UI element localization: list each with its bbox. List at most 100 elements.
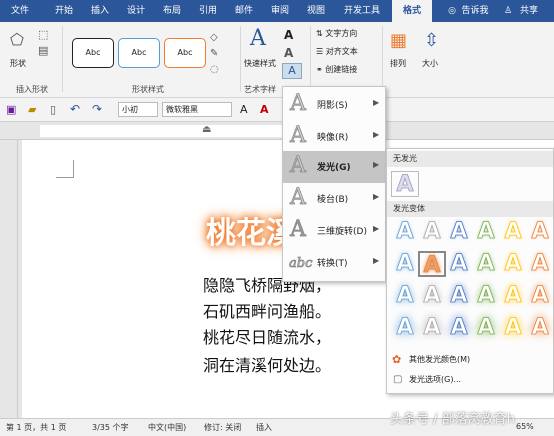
glow-variant-option[interactable]: A bbox=[472, 283, 500, 309]
group-divider bbox=[310, 26, 311, 92]
glow-variant-option[interactable]: A bbox=[418, 315, 446, 341]
glow-variant-option[interactable]: A bbox=[445, 283, 473, 309]
size-button[interactable]: 大小 bbox=[422, 58, 438, 69]
tab-view[interactable]: 视图 bbox=[300, 0, 332, 22]
glow-variant-option[interactable]: A bbox=[445, 219, 473, 245]
menu-item-bevel[interactable]: A 棱台(B) ▶ bbox=[283, 183, 385, 215]
text-effects-button[interactable]: A bbox=[282, 63, 302, 79]
menu-item-shadow[interactable]: A 阴影(S) ▶ bbox=[283, 89, 385, 121]
menu-item-label: 棱台(B) bbox=[317, 195, 349, 205]
bevel-effect-icon: A bbox=[290, 185, 307, 211]
size-icon[interactable]: ⇳ bbox=[424, 30, 439, 51]
glow-variant-option[interactable]: A bbox=[499, 251, 527, 277]
insert-mode[interactable]: 插入 bbox=[256, 422, 272, 433]
glow-variant-option[interactable]: A bbox=[391, 315, 419, 341]
menu-item-transform[interactable]: abc 转换(T) ▶ bbox=[283, 247, 385, 279]
text-direction-button[interactable]: ⇅ 文字方向 bbox=[316, 28, 357, 39]
menu-item-label: 阴影(S) bbox=[317, 101, 348, 111]
font-name-combo[interactable]: 微软雅黑 bbox=[162, 102, 232, 117]
menu-item-3d-rotation[interactable]: A 三维旋转(D) ▶ bbox=[283, 215, 385, 247]
tab-home[interactable]: 开始 bbox=[48, 0, 80, 22]
indent-marker-icon[interactable]: ⏏ bbox=[202, 124, 211, 135]
tab-mailings[interactable]: 邮件 bbox=[228, 0, 260, 22]
textbox-icon[interactable]: ▤ bbox=[38, 44, 48, 57]
menu-item-label: 发光(G) bbox=[317, 163, 351, 173]
watermark: 头条号 / 部落窝教育h bbox=[390, 412, 515, 427]
tell-me-search[interactable]: 告诉我 bbox=[458, 0, 492, 22]
quick-styles-button[interactable]: 快速样式 bbox=[244, 58, 276, 69]
more-glow-colors[interactable]: ✿ 其他发光颜色(M) bbox=[387, 351, 553, 369]
language-indicator[interactable]: 中文(中国) bbox=[148, 422, 186, 433]
arrange-icon[interactable]: ▦ bbox=[390, 30, 407, 51]
glow-variant-option[interactable]: A bbox=[472, 219, 500, 245]
submenu-arrow-icon: ▶ bbox=[373, 98, 380, 107]
glow-variant-option[interactable]: A bbox=[499, 219, 527, 245]
tab-references[interactable]: 引用 bbox=[192, 0, 224, 22]
fill-icon[interactable]: ◇ bbox=[210, 32, 218, 43]
tab-insert[interactable]: 插入 bbox=[84, 0, 116, 22]
tab-design[interactable]: 设计 bbox=[120, 0, 152, 22]
tab-review[interactable]: 审阅 bbox=[264, 0, 296, 22]
outline-icon[interactable]: ✎ bbox=[210, 48, 218, 59]
word-count[interactable]: 3/35 个字 bbox=[92, 422, 129, 433]
save-icon[interactable]: ▣ bbox=[6, 103, 16, 116]
shape-button[interactable]: 形状 bbox=[10, 58, 26, 69]
submenu-arrow-icon: ▶ bbox=[373, 224, 380, 233]
align-text-button[interactable]: ☰ 对齐文本 bbox=[316, 46, 358, 57]
glow-variant-option[interactable]: A bbox=[526, 219, 554, 245]
tab-file[interactable]: 文件 bbox=[4, 0, 36, 22]
font-color-button[interactable]: A bbox=[260, 103, 269, 116]
undo-icon[interactable]: ↶ bbox=[70, 102, 80, 116]
glow-variant-option[interactable]: A bbox=[526, 283, 554, 309]
glow-variant-option[interactable]: A bbox=[418, 219, 446, 245]
zoom-level[interactable]: 65% bbox=[516, 422, 534, 431]
glow-variant-option[interactable]: A bbox=[445, 315, 473, 341]
link-icon: ⚭ bbox=[316, 65, 326, 74]
glow-effect-icon: A bbox=[290, 153, 307, 179]
horizontal-ruler: ⏏ bbox=[0, 122, 554, 140]
page-count[interactable]: 第 1 页，共 1 页 bbox=[6, 422, 66, 433]
share-button[interactable]: 共享 bbox=[514, 0, 544, 22]
group-divider bbox=[240, 26, 241, 92]
no-glow-option[interactable]: A bbox=[391, 171, 419, 197]
glow-variant-option[interactable]: A bbox=[472, 315, 500, 341]
track-changes-status[interactable]: 修订: 关闭 bbox=[204, 422, 241, 433]
glow-variants-header: 发光变体 bbox=[387, 201, 553, 217]
menu-item-glow[interactable]: A 发光(G) ▶ bbox=[283, 151, 385, 183]
tab-layout[interactable]: 布局 bbox=[156, 0, 188, 22]
glow-variant-option[interactable]: A bbox=[499, 315, 527, 341]
quick-styles-icon[interactable]: A bbox=[250, 26, 266, 51]
menu-item-label: 三维旋转(D) bbox=[317, 227, 367, 237]
text-outline-icon[interactable]: A bbox=[284, 46, 293, 60]
glow-variant-option[interactable]: A bbox=[526, 251, 554, 277]
effects-icon[interactable]: ◌ bbox=[210, 64, 219, 75]
text-fill-icon[interactable]: A bbox=[284, 28, 293, 42]
text-direction-icon: ⇅ bbox=[316, 29, 326, 38]
shape-style-swatch-2[interactable]: Abc bbox=[118, 38, 160, 68]
shape-icon[interactable]: ⬠ bbox=[10, 30, 24, 49]
glow-options[interactable]: ▢ 发光选项(G)... bbox=[387, 371, 553, 389]
insert-shapes-group-label: 插入形状 bbox=[16, 85, 48, 94]
glow-variant-option[interactable]: A bbox=[526, 315, 554, 341]
edit-shape-icon[interactable]: ⬚ bbox=[38, 28, 48, 41]
create-link-button[interactable]: ⚭ 创建链接 bbox=[316, 64, 357, 75]
glow-variant-option[interactable]: A bbox=[418, 283, 446, 309]
glow-variant-option[interactable]: A bbox=[445, 251, 473, 277]
shape-style-swatch-1[interactable]: Abc bbox=[72, 38, 114, 68]
glow-variant-option[interactable]: A bbox=[391, 283, 419, 309]
open-icon[interactable]: ▰ bbox=[28, 103, 36, 116]
glow-variant-option[interactable]: A bbox=[418, 251, 446, 278]
glow-variant-option[interactable]: A bbox=[499, 283, 527, 309]
glow-variant-option[interactable]: A bbox=[391, 219, 419, 245]
font-a-button[interactable]: A bbox=[240, 103, 248, 116]
glow-variant-option[interactable]: A bbox=[472, 251, 500, 277]
new-document-icon[interactable]: ▯ bbox=[50, 103, 56, 116]
glow-variant-option[interactable]: A bbox=[391, 251, 419, 277]
redo-icon[interactable]: ↷ bbox=[92, 102, 102, 116]
font-size-combo[interactable]: 小初 bbox=[118, 102, 158, 117]
arrange-button[interactable]: 排列 bbox=[390, 58, 406, 69]
shape-style-swatch-3[interactable]: Abc bbox=[164, 38, 206, 68]
tab-format[interactable]: 格式 bbox=[392, 0, 432, 22]
menu-item-reflection[interactable]: A 映像(R) ▶ bbox=[283, 121, 385, 153]
tab-developer[interactable]: 开发工具 bbox=[336, 0, 388, 22]
